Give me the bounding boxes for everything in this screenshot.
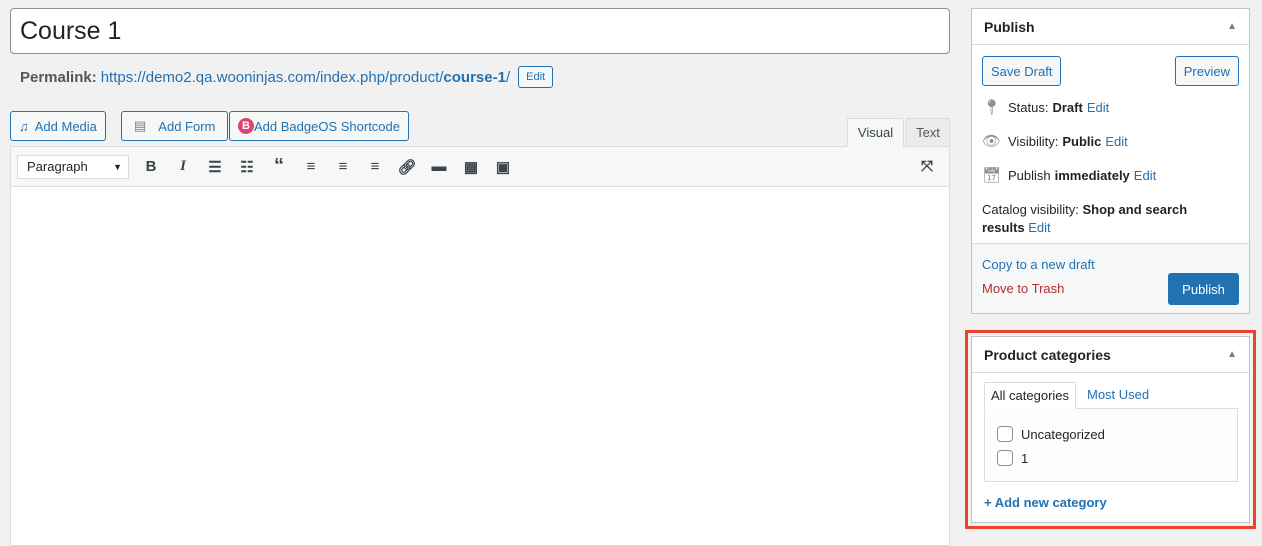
categories-title: Product categories — [984, 346, 1111, 363]
editor-toolbar: Paragraph ▼ B I ☰ ☷ “ ≡ ≡ ≡ 🔗︎ ▬ ▦ ▣ ⤧ — [10, 146, 950, 187]
read-more-icon[interactable]: ▬ — [423, 158, 455, 175]
add-form-button[interactable]: ▤ Add Form — [121, 111, 229, 141]
eye-icon: 👁︎ — [982, 133, 1002, 150]
category-list: Uncategorized 1 — [984, 408, 1238, 482]
checkbox-uncategorized[interactable] — [997, 426, 1013, 442]
edit-publish-time-link[interactable]: Edit — [1134, 168, 1156, 183]
pin-icon: 📍︎ — [982, 99, 1002, 116]
bold-icon[interactable]: B — [135, 158, 167, 175]
permalink: Permalink: https://demo2.qa.wooninjas.co… — [20, 66, 554, 88]
link-icon[interactable]: 🔗︎ — [391, 158, 423, 176]
publish-box: Publish ▲ Save Draft Preview 📍︎ Status: Dra… — [971, 8, 1250, 314]
copy-draft-link[interactable]: Copy to a new draft — [982, 257, 1095, 272]
save-draft-button[interactable]: Save Draft — [982, 56, 1062, 86]
product-categories-box: Product categories ▲ All categories Most … — [971, 336, 1250, 523]
fullscreen-icon[interactable]: ⤧ — [911, 158, 943, 175]
form-icon: ▤ — [134, 118, 147, 133]
align-right-icon[interactable]: ≡ — [359, 158, 391, 175]
align-center-icon[interactable]: ≡ — [327, 158, 359, 175]
edit-status-link[interactable]: Edit — [1087, 100, 1109, 115]
align-left-icon[interactable]: ≡ — [295, 158, 327, 175]
tab-text[interactable]: Text — [906, 118, 950, 147]
add-new-category-link[interactable]: + Add new category — [984, 495, 1107, 510]
collapse-icon[interactable]: ▲ — [1227, 349, 1237, 360]
chevron-down-icon: ▼ — [113, 161, 122, 172]
publish-button[interactable]: Publish — [1168, 273, 1239, 305]
bullet-list-icon[interactable]: ☰ — [199, 158, 231, 176]
badgeos-icon: B — [238, 118, 254, 134]
preview-icon[interactable]: ▣ — [487, 158, 519, 176]
add-media-button[interactable]: ♫ Add Media — [10, 111, 106, 141]
italic-icon[interactable]: I — [167, 158, 199, 175]
add-badgeos-button[interactable]: B Add BadgeOS Shortcode — [229, 111, 409, 141]
tab-most-used[interactable]: Most Used — [1087, 387, 1149, 402]
blockquote-icon[interactable]: “ — [263, 155, 295, 178]
numbered-list-icon[interactable]: ☷ — [231, 158, 263, 176]
preview-button[interactable]: Preview — [1174, 56, 1239, 86]
calendar-icon: 📅︎ — [982, 167, 1002, 184]
move-to-trash-link[interactable]: Move to Trash — [982, 281, 1064, 296]
catalog-visibility: Catalog visibility: Shop and search resu… — [982, 202, 1188, 235]
format-select[interactable]: Paragraph ▼ — [17, 154, 129, 179]
edit-visibility-link[interactable]: Edit — [1105, 134, 1127, 149]
editor-content[interactable] — [10, 186, 950, 546]
permalink-label: Permalink: — [20, 68, 97, 86]
permalink-edit-button[interactable]: Edit — [518, 66, 554, 88]
toolbar-toggle-icon[interactable]: ▦ — [455, 158, 487, 176]
edit-catalog-link[interactable]: Edit — [1028, 220, 1050, 235]
tab-visual[interactable]: Visual — [847, 118, 904, 147]
publish-title: Publish — [984, 18, 1035, 35]
permalink-link[interactable]: https://demo2.qa.wooninjas.com/index.php… — [101, 69, 510, 86]
collapse-icon[interactable]: ▲ — [1227, 21, 1237, 32]
tab-all-categories[interactable]: All categories — [984, 382, 1077, 409]
media-icon: ♫ — [19, 118, 29, 134]
title-input[interactable]: Course 1 — [10, 8, 950, 54]
checkbox-1[interactable] — [997, 450, 1013, 466]
